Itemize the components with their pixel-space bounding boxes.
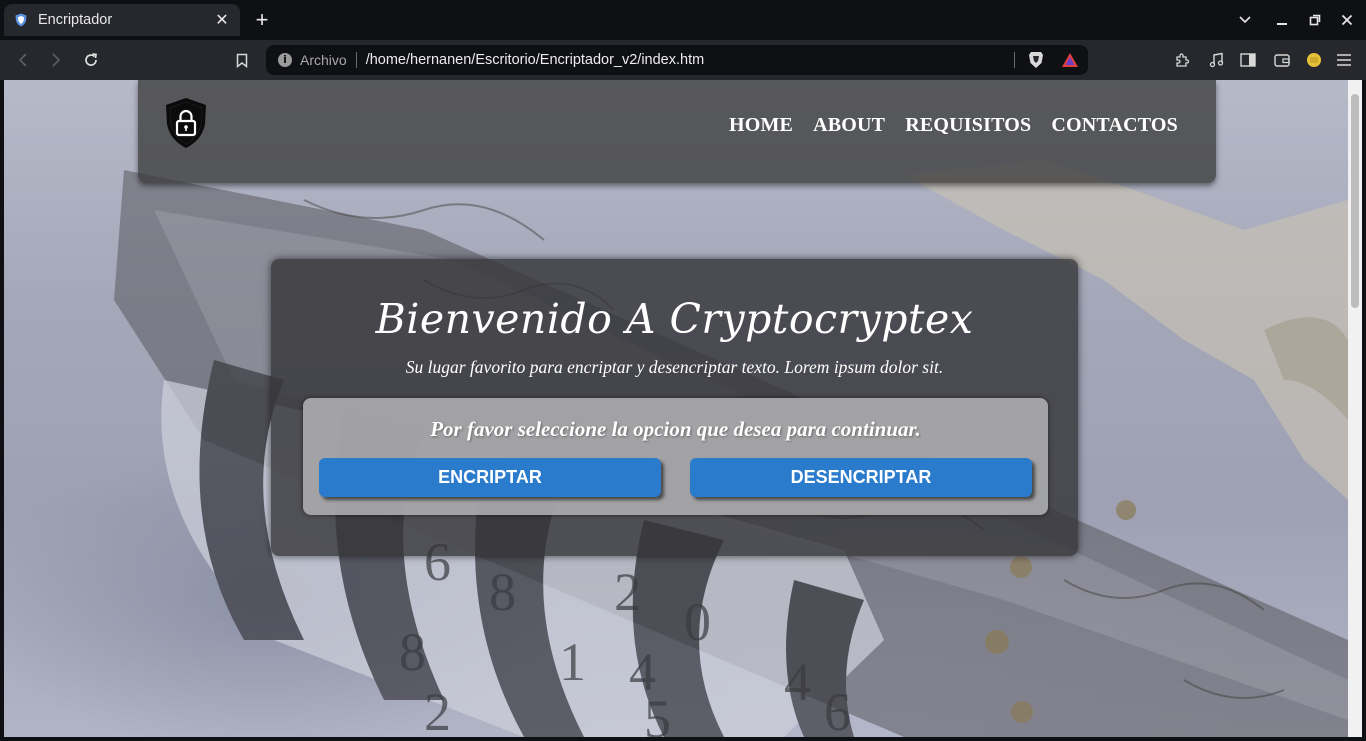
svg-text:8: 8 [489,562,516,622]
page-title: Bienvenido A Cryptocryptex [375,295,974,343]
svg-text:8: 8 [399,622,426,682]
browser-tab[interactable]: Encriptador ✕ [4,4,240,36]
nav-home-link[interactable]: HOME [729,114,793,137]
close-icon[interactable]: ✕ [214,10,230,30]
encrypt-button[interactable]: ENCRIPTAR [319,458,661,497]
wallet-icon[interactable] [1272,50,1292,70]
option-panel: Por favor seleccione la opcion que desea… [303,398,1048,515]
decrypt-button[interactable]: DESENCRIPTAR [690,458,1032,497]
page-subtitle: Su lugar favorito para encriptar y desen… [405,357,944,377]
svg-text:4: 4 [784,652,811,712]
divider [355,52,357,68]
bookmark-icon[interactable] [230,48,254,72]
extensions-icon[interactable] [1172,50,1192,70]
main-nav: HOME ABOUT REQUISITOS CONTACTOS [729,114,1178,137]
svg-text:1: 1 [559,632,586,692]
nav-contactos-link[interactable]: CONTACTOS [1051,114,1178,137]
info-icon[interactable]: i [278,53,292,67]
coin-icon[interactable] [1304,50,1324,70]
vertical-scrollbar[interactable] [1348,80,1362,737]
restore-icon[interactable] [1303,8,1327,32]
back-icon[interactable] [11,48,35,72]
lock-shield-logo-icon[interactable] [162,96,210,150]
reload-icon[interactable] [79,48,103,72]
divider [1014,52,1015,68]
tab-strip: Encriptador ✕ + [0,0,1366,40]
svg-text:2: 2 [614,562,641,622]
welcome-card: Bienvenido A Cryptocryptex Su lugar favo… [271,259,1078,556]
media-icon[interactable] [1206,50,1226,70]
url-text[interactable]: /home/hernanen/Escritorio/Encriptador_v2… [366,52,705,68]
shield-icon [15,13,27,27]
svg-text:6: 6 [824,682,851,737]
security-label: Archivo [300,52,347,68]
svg-text:0: 0 [684,592,711,652]
close-window-icon[interactable] [1335,8,1359,32]
option-prompt: Por favor seleccione la opcion que desea… [430,417,921,441]
sidebar-icon[interactable] [1238,50,1258,70]
minimize-icon[interactable] [1270,8,1294,32]
brave-rewards-icon[interactable] [1060,50,1080,70]
address-bar[interactable]: i Archivo /home/hernanen/Escritorio/Encr… [266,45,1088,75]
new-tab-button[interactable]: + [250,6,274,34]
svg-text:2: 2 [424,682,451,737]
brave-shield-icon[interactable] [1026,50,1046,70]
site-header: HOME ABOUT REQUISITOS CONTACTOS [138,80,1216,183]
nav-about-link[interactable]: ABOUT [813,114,885,137]
page-viewport: 6 8 1 4 8 2 5 4 6 2 0 HOME ABOUT REQUISI… [4,80,1348,737]
tab-search-icon[interactable] [1233,8,1257,32]
svg-text:5: 5 [644,689,671,737]
nav-requisitos-link[interactable]: REQUISITOS [905,114,1031,137]
scrollbar-thumb[interactable] [1351,94,1359,308]
menu-icon[interactable] [1334,50,1354,70]
tab-title: Encriptador [38,12,113,28]
forward-icon[interactable] [44,48,68,72]
